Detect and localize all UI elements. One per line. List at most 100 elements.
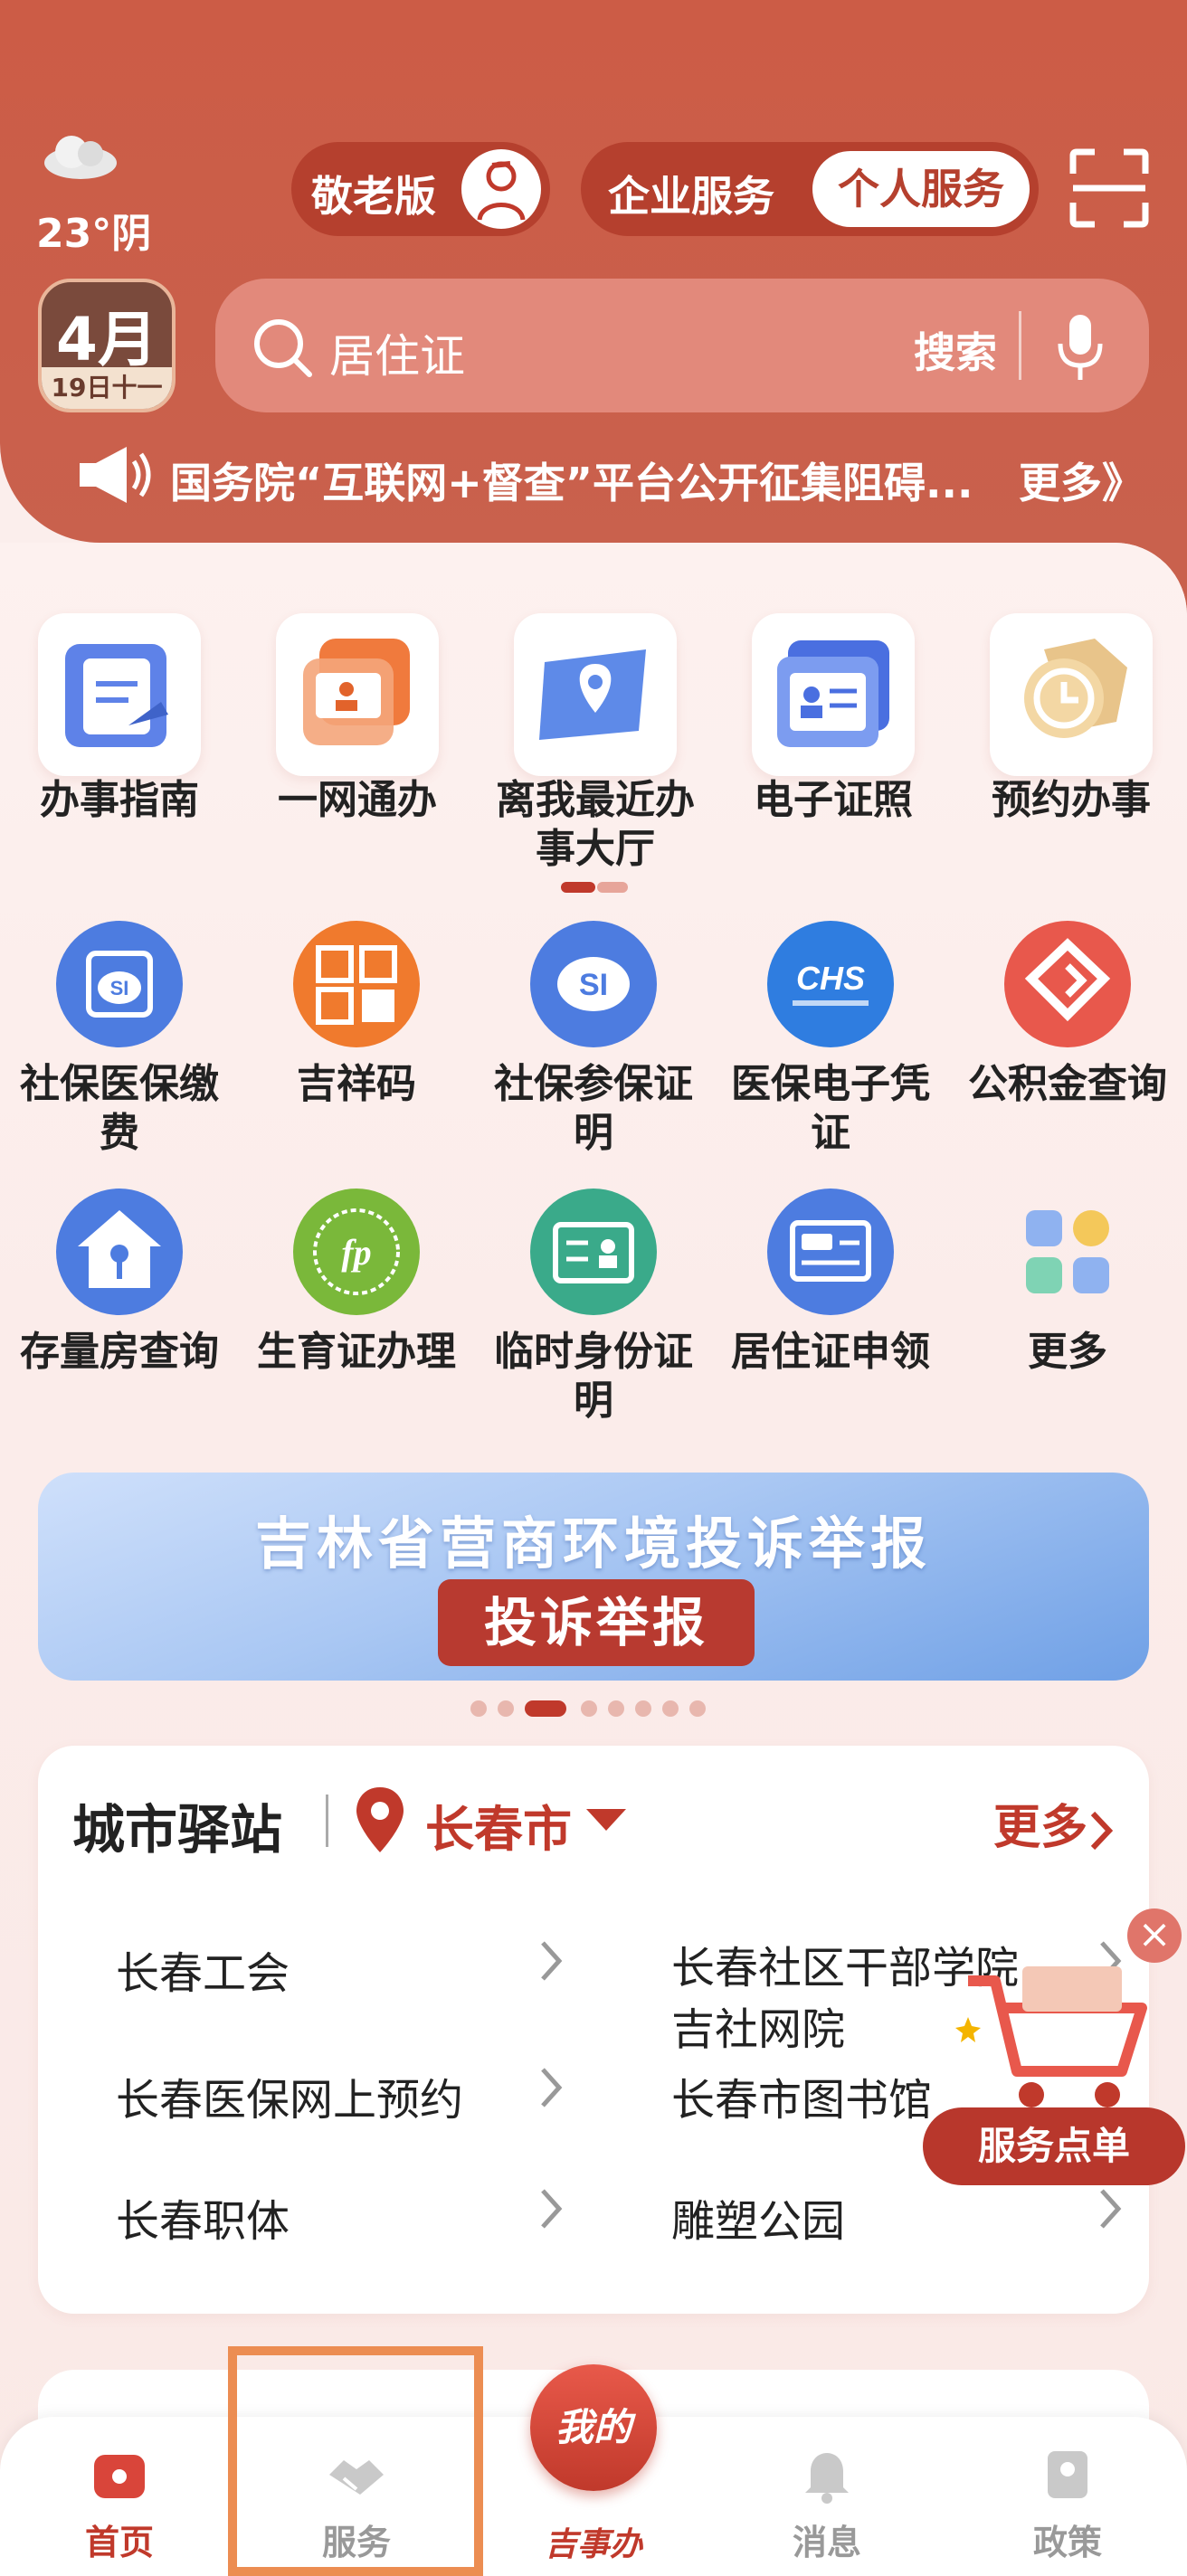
jixiang-code-tile[interactable]: [291, 919, 422, 1049]
policy-icon: [1048, 2451, 1087, 2498]
more-grid-icon: [1026, 1210, 1109, 1293]
insurance-certificate-tile[interactable]: SI: [528, 919, 659, 1049]
social-insurance-payment-label: 社保医保缴费: [20, 1061, 219, 1156]
search-button[interactable]: 搜索: [914, 320, 997, 380]
dropdown-arrow-icon[interactable]: [586, 1809, 626, 1831]
scan-icon[interactable]: [1068, 147, 1151, 230]
city-selector[interactable]: 长春市: [425, 1789, 572, 1861]
tab-home[interactable]: 首页: [38, 2442, 201, 2564]
online-service-tile[interactable]: [276, 613, 439, 776]
e-license-label: 电子证照: [754, 777, 913, 823]
banner-complaint-button[interactable]: 投诉举报: [438, 1579, 755, 1666]
city-link[interactable]: 雕塑公园: [671, 2185, 845, 2249]
service-type-toggle: 企业服务 个人服务: [581, 142, 1039, 236]
bell-icon: [805, 2453, 849, 2504]
guide-tile[interactable]: [38, 613, 201, 776]
birth-permit-tile[interactable]: fp: [291, 1187, 422, 1317]
elderly-avatar-icon: [461, 149, 541, 229]
title-divider: [326, 1795, 328, 1847]
e-license-tile[interactable]: [752, 613, 915, 776]
jixiang-code-label: 吉祥码: [297, 1061, 416, 1107]
tab-center-mine[interactable]: 我的: [530, 2364, 657, 2491]
medical-e-voucher-label: 医保电子凭证: [731, 1061, 930, 1156]
housing-fund-tile[interactable]: [1002, 919, 1133, 1049]
personal-service-tab[interactable]: 个人服务: [812, 151, 1030, 227]
residence-permit-tile[interactable]: [765, 1187, 896, 1317]
calendar-month: 4月: [56, 305, 157, 374]
birth-permit-label: 生育证办理: [257, 1329, 456, 1375]
tab-message-label: 消息: [792, 2523, 861, 2562]
online-service-label: 一网通办: [278, 777, 437, 823]
nearest-hall-tile[interactable]: [514, 613, 677, 776]
tab-policy-label: 政策: [1032, 2523, 1102, 2562]
search-input[interactable]: 居住证: [329, 320, 465, 385]
svg-text:fp: fp: [341, 1232, 371, 1273]
more-services-label: 更多: [1028, 1329, 1107, 1375]
city-link[interactable]: 长春医保网上预约: [116, 2064, 463, 2127]
microphone-icon[interactable]: [1048, 311, 1113, 384]
service-tab-highlight-box: [228, 2346, 483, 2576]
more-services-tile[interactable]: [1002, 1187, 1133, 1317]
medical-e-voucher-tile[interactable]: CHS: [765, 919, 896, 1049]
housing-fund-icon: [1004, 921, 1131, 1047]
complaint-banner[interactable]: 吉林省营商环境投诉举报 投诉举报: [38, 1473, 1149, 1681]
jixiang-code-icon: [293, 921, 420, 1047]
home-icon: [94, 2455, 145, 2498]
calendar-badge[interactable]: 4月 19日十一: [38, 279, 176, 412]
map-location-icon: [539, 649, 646, 740]
search-divider: [1019, 311, 1021, 380]
city-link[interactable]: 长春市图书馆: [671, 2064, 932, 2127]
chevron-right-icon: [541, 2189, 563, 2229]
birth-permit-icon: fp: [293, 1189, 420, 1315]
city-more-label: 更多: [992, 1801, 1087, 1855]
shopping-cart-icon: [955, 1966, 1147, 2107]
city-more-link[interactable]: 更多: [993, 1789, 1115, 1857]
housing-query-label: 存量房查询: [20, 1329, 219, 1375]
megaphone-icon: [80, 447, 151, 503]
notice-more-link[interactable]: 更多》: [1019, 450, 1144, 510]
housing-query-tile[interactable]: [54, 1187, 185, 1317]
insurance-certificate-label: 社保参保证明: [494, 1061, 693, 1156]
banner-title: 吉林省营商环境投诉举报: [254, 1511, 932, 1577]
banner-pager: [470, 1700, 724, 1719]
notice-bar[interactable]: 国务院“互联网+督查”平台公开征集阻碍... 更多》: [76, 443, 1153, 507]
temporary-id-label: 临时身份证明: [494, 1329, 693, 1424]
residence-permit-label: 居住证申领: [731, 1329, 930, 1375]
notice-text: 国务院“互联网+督查”平台公开征集阻碍...: [170, 459, 973, 507]
social-insurance-icon: SI: [56, 921, 183, 1047]
search-bar[interactable]: 居住证 搜索: [215, 279, 1149, 412]
appointment-tile[interactable]: [990, 613, 1153, 776]
svg-text:CHS: CHS: [796, 960, 865, 997]
tab-center-label: 吉事办: [544, 2526, 642, 2563]
clock-icon: [1024, 639, 1127, 738]
temporary-id-icon: [530, 1189, 657, 1315]
temperature: 23°阴: [36, 211, 152, 257]
appointment-label: 预约办事: [992, 777, 1151, 823]
service-order-label: 服务点单: [923, 2107, 1185, 2185]
city-link[interactable]: 长春工会: [116, 1937, 290, 2001]
weather-widget[interactable]: 23°阴: [36, 127, 163, 257]
social-insurance-payment-tile[interactable]: SI: [54, 919, 185, 1049]
id-card-icon: [777, 640, 889, 747]
enterprise-service-tab[interactable]: 企业服务: [608, 164, 774, 223]
housing-fund-label: 公积金查询: [968, 1061, 1167, 1107]
chevron-right-icon: [1100, 2189, 1122, 2229]
senior-mode-button[interactable]: 敬老版: [291, 142, 550, 236]
svg-text:SI: SI: [579, 968, 608, 1002]
residence-card-icon: [767, 1189, 894, 1315]
tab-message[interactable]: 消息: [745, 2442, 908, 2564]
chs-medical-icon: CHS: [767, 921, 894, 1047]
clipboard-icon: [65, 644, 168, 747]
svg-text:SI: SI: [110, 977, 129, 999]
nearest-hall-label: 离我最近办事大厅: [496, 777, 695, 872]
house-key-icon: [56, 1189, 183, 1315]
tab-home-label: 首页: [84, 2523, 154, 2562]
city-link[interactable]: 长春职体: [116, 2185, 290, 2249]
service-order-floating-button[interactable]: × 服务点单: [923, 1908, 1185, 2189]
bottom-tab-bar: 首页 服务 我的 吉事办 消息 政策: [0, 2364, 1187, 2576]
close-floating-button[interactable]: ×: [1127, 1908, 1182, 1963]
grid-pager: [561, 882, 628, 895]
chevron-right-icon: [541, 2068, 563, 2107]
temporary-id-tile[interactable]: [528, 1187, 659, 1317]
tab-policy[interactable]: 政策: [986, 2442, 1149, 2564]
